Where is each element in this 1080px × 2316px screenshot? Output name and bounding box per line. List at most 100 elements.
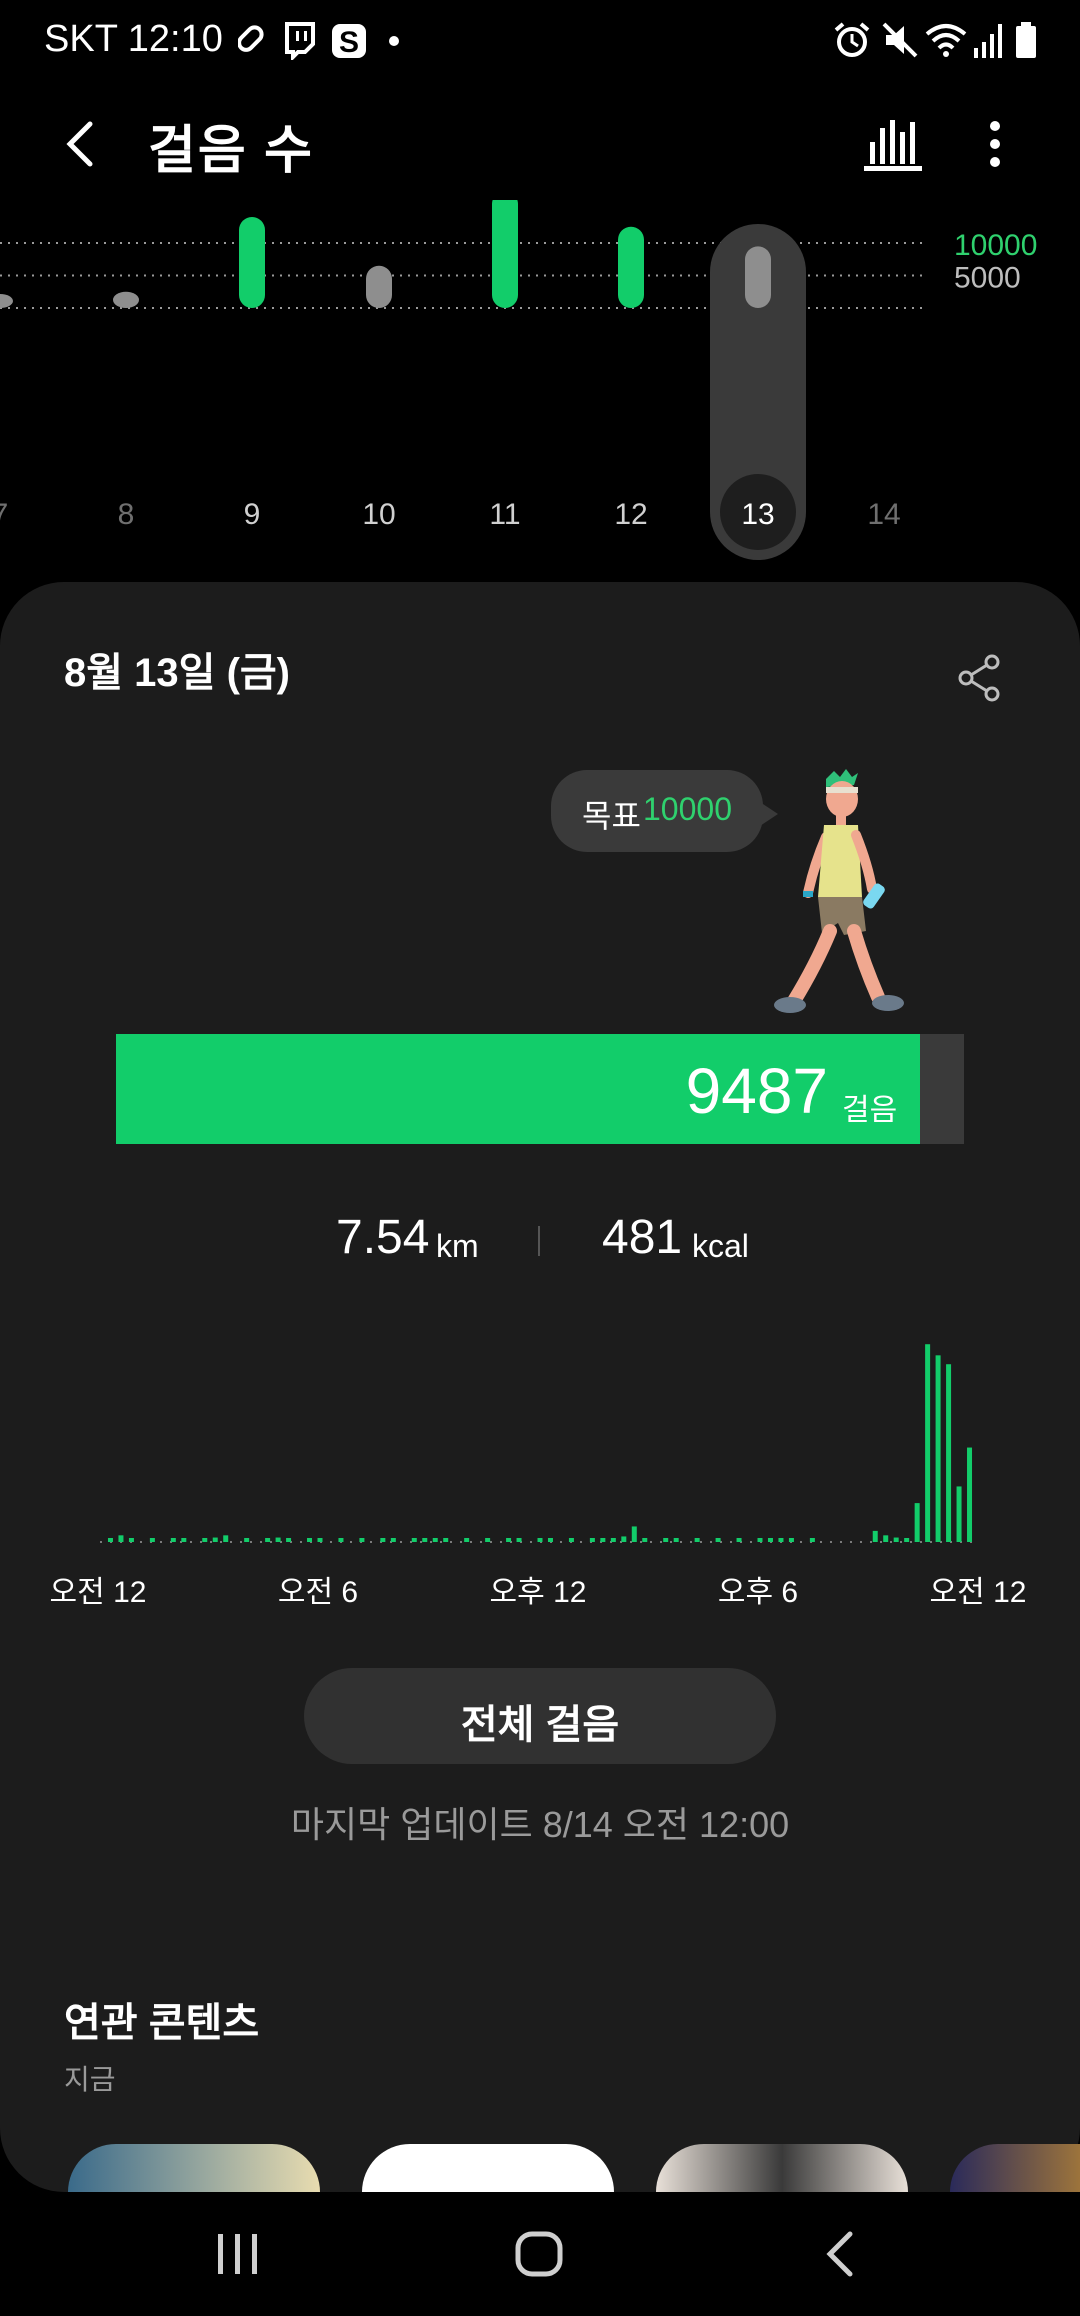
- status-bar: SKT 12:10 S: [0, 0, 1080, 84]
- back-arrow-icon: [826, 2231, 853, 2277]
- hourly-bar: [359, 1538, 365, 1542]
- home-icon: [515, 2231, 563, 2277]
- hourly-bar: [149, 1538, 155, 1542]
- hourly-bar: [914, 1503, 920, 1542]
- svg-text:S: S: [339, 26, 359, 59]
- hourly-bar: [788, 1538, 794, 1542]
- hourly-bar: [757, 1538, 763, 1542]
- day-bar[interactable]: [492, 200, 518, 308]
- hourly-bar: [223, 1535, 229, 1542]
- hourly-bar: [935, 1355, 941, 1542]
- battery-icon: [1016, 22, 1036, 58]
- recent-apps-icon: [218, 2234, 257, 2274]
- last-update-text: 마지막 업데이트 8/14 오전 12:00: [290, 1804, 790, 1845]
- more-options-button[interactable]: [970, 108, 1020, 180]
- hourly-bar: [663, 1538, 669, 1542]
- daily-steps-chart[interactable]: 100005000 7 8 9 10 11 12 13 14: [0, 200, 1080, 580]
- day-label[interactable]: 12: [614, 498, 647, 531]
- hourly-bar: [589, 1538, 595, 1542]
- hourly-bar: [422, 1538, 428, 1542]
- walking-man-illustration: [774, 769, 904, 1013]
- hourly-steps-chart: 오전 12 오전 6 오후 12 오후 6 오전 12: [50, 1344, 1027, 1609]
- share-icon: [958, 654, 1000, 702]
- hourly-bar: [904, 1538, 910, 1542]
- distance-unit: km: [436, 1228, 479, 1264]
- date-label: 8월 13일 (금): [64, 651, 291, 695]
- alarm-icon: [834, 22, 870, 57]
- day-bar[interactable]: [113, 291, 139, 308]
- hourly-bar: [673, 1538, 679, 1542]
- hourly-x-label: 오후 12: [490, 1576, 587, 1609]
- day-label[interactable]: 9: [244, 498, 261, 531]
- related-content-title: 연관 콘텐츠: [64, 2001, 260, 2045]
- stats-divider: [538, 1226, 540, 1256]
- day-label[interactable]: 7: [0, 498, 8, 531]
- day-label[interactable]: 11: [489, 498, 520, 531]
- hourly-bar: [128, 1538, 134, 1542]
- hourly-bar: [506, 1538, 512, 1542]
- hourly-bar: [516, 1538, 522, 1542]
- recent-apps-button[interactable]: [210, 2228, 266, 2280]
- hourly-bar: [244, 1538, 250, 1542]
- navigation-bar: [0, 2192, 1080, 2316]
- hourly-bar: [411, 1538, 417, 1542]
- day-bar[interactable]: [366, 265, 392, 308]
- s-app-icon: S: [332, 24, 366, 59]
- hourly-bar: [946, 1364, 952, 1542]
- hourly-bar: [307, 1538, 313, 1542]
- hourly-bar: [883, 1535, 889, 1542]
- notification-dot-icon: [389, 36, 399, 46]
- day-label[interactable]: 14: [867, 498, 900, 531]
- hourly-bar: [778, 1538, 784, 1542]
- day-bar[interactable]: [745, 246, 771, 308]
- hourly-bar: [715, 1538, 721, 1542]
- chart-view-button[interactable]: [858, 112, 928, 176]
- hourly-x-label: 오전 12: [50, 1576, 147, 1609]
- day-label[interactable]: 8: [118, 498, 135, 531]
- day-bar[interactable]: [239, 217, 265, 308]
- share-button[interactable]: [952, 650, 1008, 706]
- related-content-subtitle: 지금: [64, 2064, 116, 2095]
- bar-chart-icon: [864, 120, 922, 171]
- hourly-bar: [610, 1538, 616, 1542]
- signal-icon: [974, 24, 1002, 58]
- hourly-bar: [443, 1538, 449, 1542]
- steps-unit: 걸음: [842, 1094, 898, 1127]
- hourly-bar: [181, 1538, 187, 1542]
- calories-value: 481: [602, 1211, 683, 1264]
- hourly-bar: [568, 1538, 574, 1542]
- wifi-icon: [925, 24, 967, 57]
- carrier-time: SKT 12:10: [44, 18, 223, 60]
- hourly-bar: [893, 1537, 899, 1542]
- hourly-bar: [380, 1538, 386, 1542]
- related-thumbnail[interactable]: [68, 2144, 320, 2192]
- calories-unit: kcal: [692, 1228, 749, 1264]
- hourly-bar: [317, 1538, 323, 1542]
- page-title: 걸음 수: [148, 122, 314, 180]
- hourly-bar: [956, 1486, 962, 1542]
- back-button[interactable]: [56, 108, 112, 180]
- distance-value: 7.54: [336, 1211, 430, 1264]
- day-label[interactable]: 10: [362, 498, 395, 531]
- hourly-bar: [286, 1538, 292, 1542]
- hourly-bar: [694, 1538, 700, 1542]
- home-button[interactable]: [510, 2226, 570, 2282]
- hourly-bar: [809, 1538, 815, 1542]
- pill-icon: [238, 25, 264, 52]
- total-steps-label: 전체 걸음: [460, 1703, 620, 1747]
- related-thumbnail[interactable]: [656, 2144, 908, 2192]
- hourly-bar: [642, 1538, 648, 1542]
- goal-label: 목표: [582, 798, 641, 834]
- day-bar[interactable]: [618, 226, 644, 308]
- related-thumbnail[interactable]: [362, 2144, 614, 2192]
- hourly-bar: [631, 1526, 637, 1542]
- hourly-x-label: 오전 12: [930, 1576, 1027, 1609]
- mute-icon: [882, 22, 918, 58]
- hourly-bar: [212, 1537, 218, 1542]
- hourly-bar: [390, 1538, 396, 1542]
- day-label[interactable]: 13: [741, 498, 774, 531]
- reference-line-label: 5000: [954, 262, 1021, 295]
- hourly-bar: [767, 1538, 773, 1542]
- system-back-button[interactable]: [814, 2226, 870, 2282]
- day-bar[interactable]: [0, 294, 13, 308]
